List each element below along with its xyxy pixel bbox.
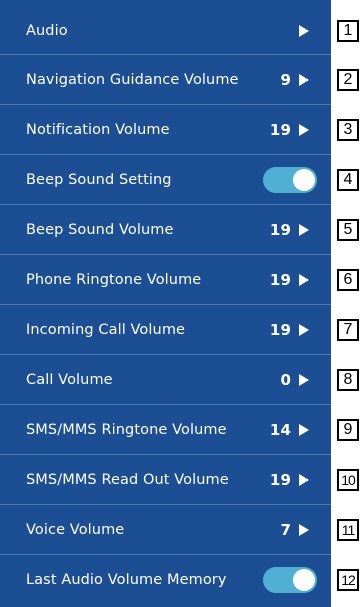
divider: [0, 304, 331, 305]
callout-badge: 5: [337, 219, 359, 241]
arrow-right-icon[interactable]: [299, 474, 309, 486]
setting-label: Last Audio Volume Memory: [26, 572, 227, 588]
setting-label: Phone Ringtone Volume: [26, 272, 202, 288]
setting-value: 19: [269, 471, 291, 489]
arrow-right-icon[interactable]: [299, 124, 309, 136]
setting-row-phone-ringtone-volume[interactable]: Phone Ringtone Volume 19: [0, 257, 331, 303]
divider: [0, 254, 331, 255]
arrow-right-icon[interactable]: [299, 25, 309, 37]
toggle-knob: [293, 169, 315, 191]
setting-value: 9: [280, 71, 291, 89]
setting-label: Call Volume: [26, 372, 113, 388]
setting-label: Audio: [26, 23, 68, 39]
setting-row-sms-mms-ringtone-volume[interactable]: SMS/MMS Ringtone Volume 14: [0, 407, 331, 453]
divider: [0, 554, 331, 555]
callout-badge: 2: [337, 69, 359, 91]
callout-badge: 4: [337, 169, 359, 191]
audio-settings-screen: Audio Navigation Guidance Volume 9 Notif…: [0, 0, 331, 607]
callout-badge: 7: [337, 319, 359, 341]
toggle-knob: [293, 569, 315, 591]
callout-badge: 6: [337, 269, 359, 291]
setting-value: 7: [280, 521, 291, 539]
setting-label: Beep Sound Volume: [26, 222, 174, 238]
setting-row-beep-sound-setting[interactable]: Beep Sound Setting: [0, 157, 331, 203]
callout-badge: 8: [337, 369, 359, 391]
setting-value: 14: [269, 421, 291, 439]
setting-label: SMS/MMS Ringtone Volume: [26, 422, 227, 438]
setting-label: Incoming Call Volume: [26, 322, 186, 338]
setting-value: 0: [280, 371, 291, 389]
setting-row-call-volume[interactable]: Call Volume 0: [0, 357, 331, 403]
arrow-right-icon[interactable]: [299, 324, 309, 336]
beep-sound-toggle[interactable]: [263, 167, 317, 193]
callout-badge: 9: [337, 419, 359, 441]
callout-badge: 10: [337, 469, 359, 491]
arrow-right-icon[interactable]: [299, 224, 309, 236]
callout-badge: 3: [337, 119, 359, 141]
last-audio-volume-memory-toggle[interactable]: [263, 567, 317, 593]
setting-label: Voice Volume: [26, 522, 125, 538]
setting-label: SMS/MMS Read Out Volume: [26, 472, 229, 488]
arrow-right-icon[interactable]: [299, 424, 309, 436]
arrow-right-icon[interactable]: [299, 74, 309, 86]
divider: [0, 204, 331, 205]
arrow-right-icon[interactable]: [299, 274, 309, 286]
setting-value: 19: [269, 221, 291, 239]
setting-row-beep-sound-volume[interactable]: Beep Sound Volume 19: [0, 207, 331, 253]
setting-value: 19: [269, 271, 291, 289]
divider: [0, 104, 331, 105]
setting-row-last-audio-volume-memory[interactable]: Last Audio Volume Memory: [0, 557, 331, 603]
setting-row-notification-volume[interactable]: Notification Volume 19: [0, 107, 331, 153]
setting-value: 19: [269, 121, 291, 139]
setting-value: 19: [269, 321, 291, 339]
divider: [0, 154, 331, 155]
setting-label: Navigation Guidance Volume: [26, 72, 239, 88]
divider: [0, 454, 331, 455]
divider: [0, 354, 331, 355]
divider: [0, 504, 331, 505]
arrow-right-icon[interactable]: [299, 374, 309, 386]
setting-row-sms-mms-read-out-volume[interactable]: SMS/MMS Read Out Volume 19: [0, 457, 331, 503]
setting-label: Beep Sound Setting: [26, 172, 172, 188]
divider: [0, 404, 331, 405]
callout-badge: 11: [337, 519, 359, 541]
callout-badge: 1: [337, 20, 359, 42]
divider: [0, 54, 331, 55]
setting-row-voice-volume[interactable]: Voice Volume 7: [0, 507, 331, 553]
setting-row-navigation-guidance-volume[interactable]: Navigation Guidance Volume 9: [0, 57, 331, 103]
setting-row-audio[interactable]: Audio: [0, 8, 331, 54]
arrow-right-icon[interactable]: [299, 524, 309, 536]
setting-label: Notification Volume: [26, 122, 170, 138]
callout-badge: 12: [337, 569, 359, 591]
setting-row-incoming-call-volume[interactable]: Incoming Call Volume 19: [0, 307, 331, 353]
